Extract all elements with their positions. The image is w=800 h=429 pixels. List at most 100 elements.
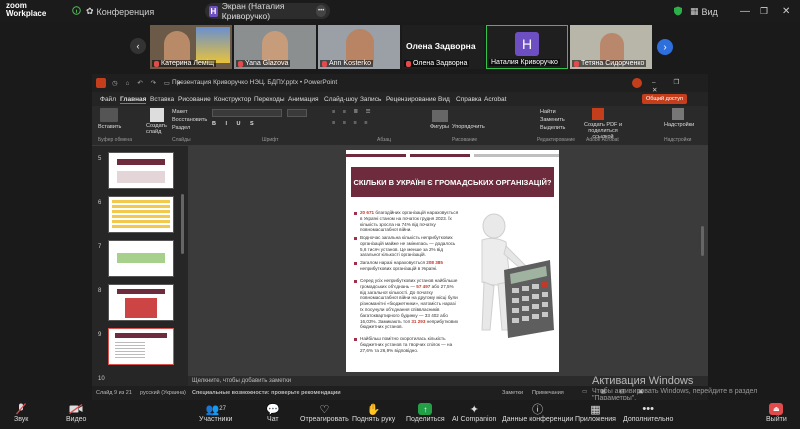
participant-name: Yana Glazova bbox=[236, 60, 291, 67]
participant-tile-active[interactable]: H Наталия Криворучко bbox=[486, 25, 568, 69]
font-format-buttons[interactable]: B I U S bbox=[212, 121, 258, 127]
slide-thumbnail-selected[interactable] bbox=[108, 328, 174, 365]
tab-slideshow[interactable]: Слайд-шоу bbox=[324, 96, 358, 103]
video-background bbox=[196, 27, 230, 63]
participant-name: Тетяна Сидорченко bbox=[572, 60, 647, 67]
tab-view[interactable]: Вид bbox=[438, 96, 450, 103]
font-size-select[interactable] bbox=[287, 109, 307, 117]
participant-tile[interactable]: Катерина Леміщ bbox=[150, 25, 232, 69]
tab-animations[interactable]: Анимация bbox=[288, 96, 319, 103]
group-clipboard: Буфер обмена bbox=[98, 137, 132, 143]
chat-button[interactable]: 💬 Чат bbox=[266, 402, 280, 424]
screen-share-indicator[interactable]: H Экран (Наталия Криворучко) ••• bbox=[205, 1, 330, 21]
leave-button[interactable]: ⏏ Выйти bbox=[766, 402, 787, 423]
shield-icon[interactable] bbox=[673, 6, 683, 16]
raise-hand-button[interactable]: ✋ Поднять руку bbox=[352, 402, 395, 424]
participant-tile[interactable]: Ann Kosterko bbox=[318, 25, 400, 69]
slide-number: 5 bbox=[98, 156, 102, 162]
mic-muted-icon bbox=[574, 60, 579, 67]
tab-file[interactable]: Файл bbox=[100, 96, 116, 103]
powerpoint-logo-icon bbox=[96, 78, 106, 88]
group-editing: Редактирование bbox=[537, 137, 576, 143]
paste-button[interactable]: Вставить bbox=[98, 124, 121, 130]
strip-next-icon[interactable]: › bbox=[657, 39, 673, 55]
share-label: Экран (Наталия Криворучко) bbox=[221, 1, 285, 21]
tab-record[interactable]: Запись bbox=[360, 96, 381, 103]
font-name-select[interactable] bbox=[212, 109, 282, 117]
current-slide[interactable]: СКІЛЬКИ В УКРАЇНІ Є ГРОМАДСЬКИХ ОРГАНІЗА… bbox=[346, 150, 559, 372]
view-label: Вид bbox=[701, 6, 718, 17]
audio-button[interactable]: Звук bbox=[14, 402, 28, 423]
slide-thumbnail[interactable] bbox=[108, 240, 174, 277]
new-slide-icon bbox=[150, 108, 164, 122]
apps-button[interactable]: ▦ Приложения bbox=[575, 402, 616, 424]
select-button[interactable]: Выделить bbox=[540, 125, 565, 131]
tab-draw[interactable]: Рисование bbox=[178, 96, 211, 103]
strip-prev-icon[interactable]: ‹ bbox=[130, 38, 146, 54]
tab-help[interactable]: Справка bbox=[456, 96, 482, 103]
share-screen-button[interactable]: ↑ Поделиться bbox=[406, 402, 445, 423]
tab-transitions[interactable]: Переходы bbox=[254, 96, 285, 103]
meeting-info-button[interactable]: ⓘ Данные конференции bbox=[502, 402, 573, 423]
group-acrobat: Adobe Acrobat bbox=[586, 137, 619, 143]
apps-icon: ▦ bbox=[590, 403, 601, 416]
tab-acrobat[interactable]: Acrobat bbox=[484, 96, 506, 103]
notes-toggle[interactable]: Заметки bbox=[502, 390, 523, 396]
slide-thumbnail[interactable] bbox=[108, 284, 174, 321]
thumbnails-scrollbar[interactable] bbox=[181, 194, 184, 254]
replace-button[interactable]: Заменить bbox=[540, 117, 565, 123]
new-slide-button[interactable]: Создать слайд bbox=[146, 123, 170, 135]
info-icon[interactable] bbox=[72, 6, 81, 15]
ai-companion-button[interactable]: ✦ AI Companion bbox=[452, 402, 496, 424]
shapes-button[interactable]: Фигуры bbox=[430, 124, 449, 130]
video-button[interactable]: Видео bbox=[66, 402, 86, 423]
paw-icon: ✿ bbox=[86, 6, 94, 16]
top-bar-decoration bbox=[346, 154, 406, 157]
minimize-button[interactable]: — bbox=[740, 6, 750, 17]
align-buttons[interactable]: ≡ ≡ ≡ ≡ bbox=[332, 120, 370, 126]
slide-thumbnail[interactable] bbox=[108, 152, 174, 189]
addins-button[interactable]: Надстройки bbox=[664, 122, 694, 128]
share-avatar: H bbox=[209, 5, 218, 17]
tab-design[interactable]: Конструктор bbox=[214, 96, 251, 103]
tab-home[interactable]: Главная bbox=[120, 96, 147, 104]
share-more-button[interactable]: ••• bbox=[316, 5, 326, 17]
layout-button[interactable]: Макет bbox=[172, 109, 188, 115]
share-button[interactable]: Общий доступ bbox=[642, 94, 687, 104]
restore-button[interactable]: ❐ bbox=[760, 6, 768, 17]
conference-label: Конференция bbox=[96, 6, 155, 17]
zoom-logo: zoom Workplace bbox=[6, 1, 47, 18]
find-button[interactable]: Найти bbox=[540, 109, 556, 115]
section-button[interactable]: Раздел bbox=[172, 125, 190, 131]
participant-tile[interactable]: Олена Задворна Олена Задворна bbox=[402, 25, 484, 69]
view-menu[interactable]: ▦ Вид bbox=[690, 6, 718, 17]
tab-review[interactable]: Рецензирование bbox=[386, 96, 436, 103]
group-paragraph: Абзац bbox=[377, 137, 392, 143]
participant-name: Наталия Криворучко bbox=[489, 59, 560, 66]
more-button[interactable]: ••• Дополнительно bbox=[623, 402, 673, 423]
powerpoint-window: ◷ ⌂ ↶ ↷ ▭ ▾ Презентация Криворучко НЭЦ. … bbox=[92, 74, 708, 400]
accessibility-check[interactable]: Специальные возможности: проверьте реком… bbox=[192, 390, 341, 396]
reset-button[interactable]: Восстановить bbox=[172, 117, 207, 123]
slide-thumbnail[interactable] bbox=[108, 196, 174, 233]
comments-toggle[interactable]: Примечания bbox=[532, 390, 564, 396]
language-indicator[interactable]: русский (Украина) bbox=[140, 390, 186, 396]
participant-tile[interactable]: Yana Glazova bbox=[234, 25, 316, 69]
mic-muted-icon bbox=[154, 60, 159, 67]
paste-icon bbox=[100, 108, 118, 122]
participants-button[interactable]: 👥 27 Участники bbox=[199, 402, 232, 424]
paragraph-buttons[interactable]: ≡ ≡ ≣ ☰ bbox=[332, 109, 374, 115]
conference-menu[interactable]: ✿ Конференция bbox=[86, 6, 154, 17]
slide-number: 7 bbox=[98, 244, 102, 250]
group-addins: Надстройки bbox=[664, 137, 692, 143]
participant-tile[interactable]: Тетяна Сидорченко bbox=[570, 25, 652, 69]
react-button[interactable]: ♡ Отреагировать bbox=[300, 402, 349, 424]
slide-title: СКІЛЬКИ В УКРАЇНІ Є ГРОМАДСЬКИХ ОРГАНІЗА… bbox=[351, 167, 554, 197]
canvas-scrollbar[interactable] bbox=[701, 226, 704, 256]
user-avatar[interactable] bbox=[632, 78, 642, 88]
arrange-button[interactable]: Упорядочить bbox=[452, 124, 485, 130]
bullet-4: Серед усіх неприбуткових установ найбіль… bbox=[354, 278, 460, 330]
group-font: Шрифт bbox=[262, 137, 279, 143]
close-window-button[interactable]: ✕ bbox=[782, 6, 790, 17]
tab-insert[interactable]: Вставка bbox=[150, 96, 174, 103]
